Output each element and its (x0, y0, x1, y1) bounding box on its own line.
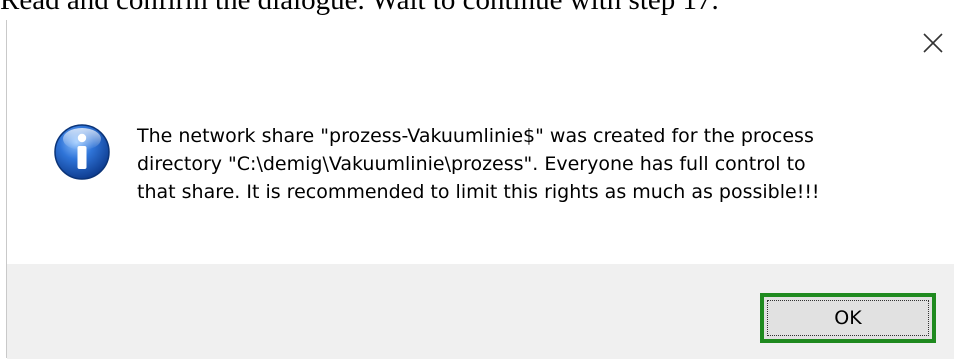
close-icon (923, 33, 943, 53)
info-icon (54, 124, 110, 180)
ok-button-label: OK (767, 300, 929, 336)
message-dialog: The network share "prozess-Vakuumlinie$"… (6, 20, 954, 359)
close-button[interactable] (918, 28, 948, 58)
message-line: that share. It is recommended to limit t… (137, 181, 820, 203)
dialog-content: The network share "prozess-Vakuumlinie$"… (7, 20, 954, 264)
message-line: The network share "prozess-Vakuumlinie$"… (137, 125, 814, 147)
instruction-text: Read and confirm the dialogue. Wait to c… (0, 0, 719, 16)
ok-button[interactable]: OK (760, 293, 936, 343)
dialog-footer: OK (7, 264, 954, 359)
message-line: directory "C:\demig\Vakuumlinie\prozess"… (137, 153, 806, 175)
dialog-message: The network share "prozess-Vakuumlinie$"… (137, 122, 937, 206)
